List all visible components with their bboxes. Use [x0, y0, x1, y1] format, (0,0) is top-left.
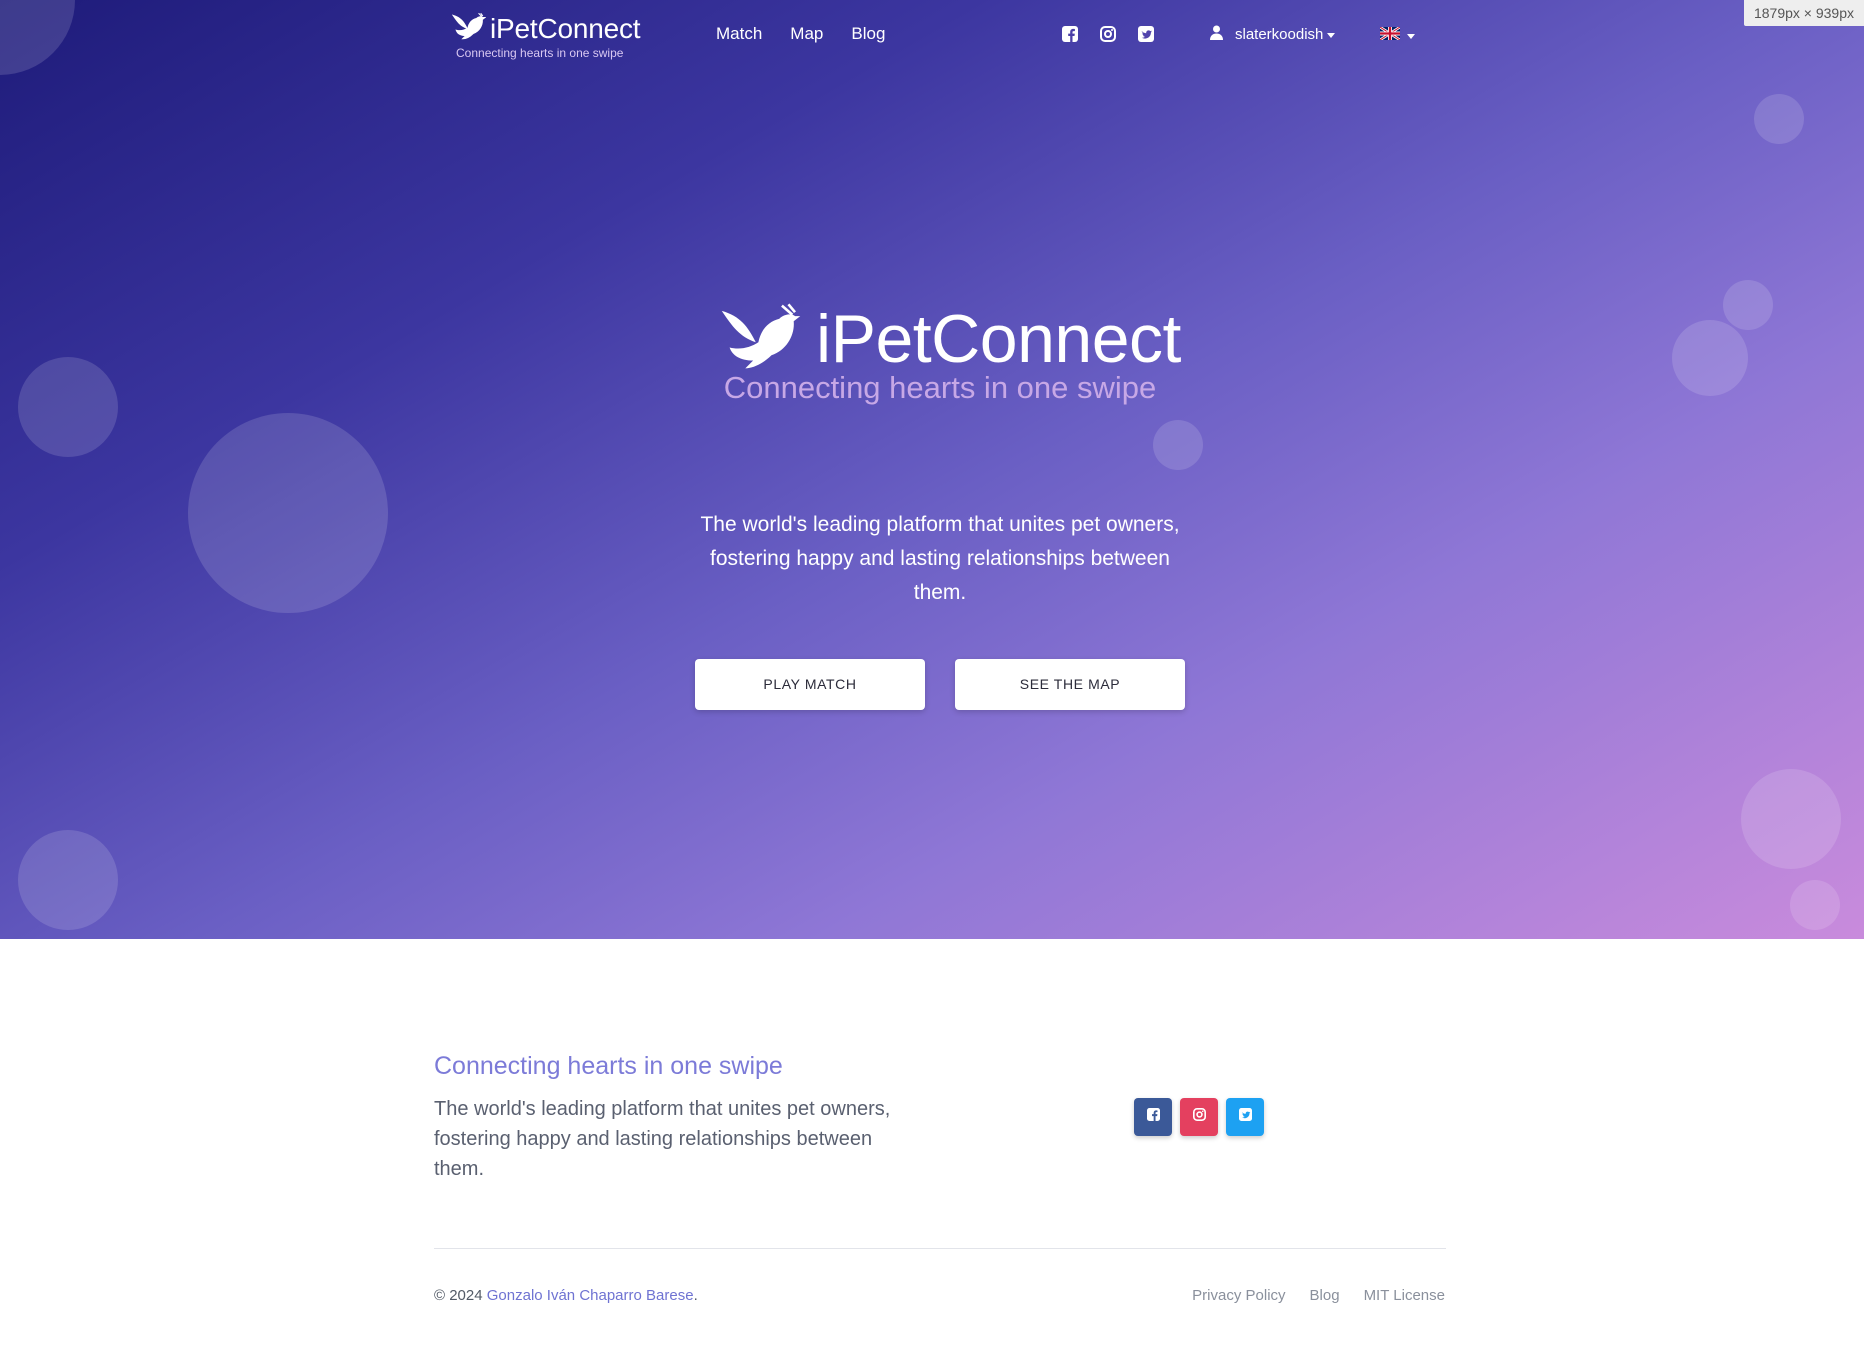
- navbar: iPetConnect Connecting hearts in one swi…: [0, 0, 1864, 80]
- footer-tagline: Connecting hearts in one swipe: [434, 1052, 783, 1080]
- decorative-bubble: [188, 413, 388, 613]
- instagram-icon: [1192, 1108, 1206, 1126]
- uk-flag-icon: [1379, 25, 1401, 45]
- hero-description: The world's leading platform that unites…: [700, 513, 1180, 604]
- dove-icon: [451, 12, 487, 45]
- facebook-icon[interactable]: [1062, 26, 1080, 44]
- hero-logo: iPetConnect: [718, 300, 1181, 378]
- brand-subtitle: Connecting hearts in one swipe: [456, 46, 624, 60]
- dove-icon: [718, 302, 804, 376]
- footer-divider: [434, 1248, 1446, 1249]
- mit-license-link[interactable]: MIT License: [1364, 1287, 1445, 1304]
- nav-link-blog[interactable]: Blog: [851, 24, 885, 44]
- hero-title: iPetConnect: [816, 301, 1181, 377]
- nav-link-match[interactable]: Match: [716, 24, 762, 44]
- decorative-bubble: [1723, 280, 1773, 330]
- chevron-down-icon: [1407, 33, 1415, 39]
- decorative-bubble: [1153, 420, 1203, 470]
- footer-facebook-button[interactable]: [1134, 1098, 1172, 1136]
- decorative-bubble: [18, 830, 118, 930]
- twitter-icon: [1238, 1108, 1252, 1126]
- brand-link[interactable]: iPetConnect Connecting hearts in one swi…: [451, 12, 652, 62]
- footer-social-links: [1134, 1098, 1264, 1136]
- footer-instagram-button[interactable]: [1180, 1098, 1218, 1136]
- see-the-map-button[interactable]: SEE THE MAP: [955, 659, 1185, 710]
- footer-blog-link[interactable]: Blog: [1310, 1287, 1340, 1304]
- nav-social-links: [1062, 26, 1156, 44]
- copyright-suffix: .: [693, 1287, 698, 1304]
- privacy-policy-link[interactable]: Privacy Policy: [1192, 1287, 1285, 1304]
- language-selector[interactable]: [1379, 25, 1415, 45]
- copyright: © 2024 Gonzalo Iván Chaparro Barese.: [434, 1287, 698, 1304]
- user-icon: [1210, 25, 1223, 44]
- footer-description: The world's leading platform that unites…: [434, 1098, 891, 1180]
- facebook-icon: [1146, 1108, 1160, 1126]
- hero-section: 1879px × 939px iPetConnect Connecting he…: [0, 0, 1864, 939]
- nav-link-map[interactable]: Map: [790, 24, 823, 44]
- footer-links: Privacy Policy Blog MIT License: [1192, 1287, 1445, 1304]
- decorative-bubble: [1790, 880, 1840, 930]
- brand-title: iPetConnect: [490, 12, 641, 44]
- decorative-bubble: [1741, 769, 1841, 869]
- play-match-button[interactable]: PLAY MATCH: [695, 659, 925, 710]
- hero-tagline: Connecting hearts in one swipe: [723, 370, 1157, 405]
- twitter-icon[interactable]: [1138, 26, 1156, 44]
- footer-twitter-button[interactable]: [1226, 1098, 1264, 1136]
- copyright-prefix: © 2024: [434, 1287, 487, 1304]
- instagram-icon[interactable]: [1100, 26, 1118, 44]
- author-link[interactable]: Gonzalo Iván Chaparro Barese: [487, 1287, 694, 1304]
- chevron-down-icon: [1327, 32, 1336, 38]
- user-menu[interactable]: slaterkoodish: [1210, 25, 1336, 44]
- username: slaterkoodish: [1235, 26, 1324, 43]
- nav-links: Match Map Blog: [716, 24, 885, 44]
- decorative-bubble: [1754, 94, 1804, 144]
